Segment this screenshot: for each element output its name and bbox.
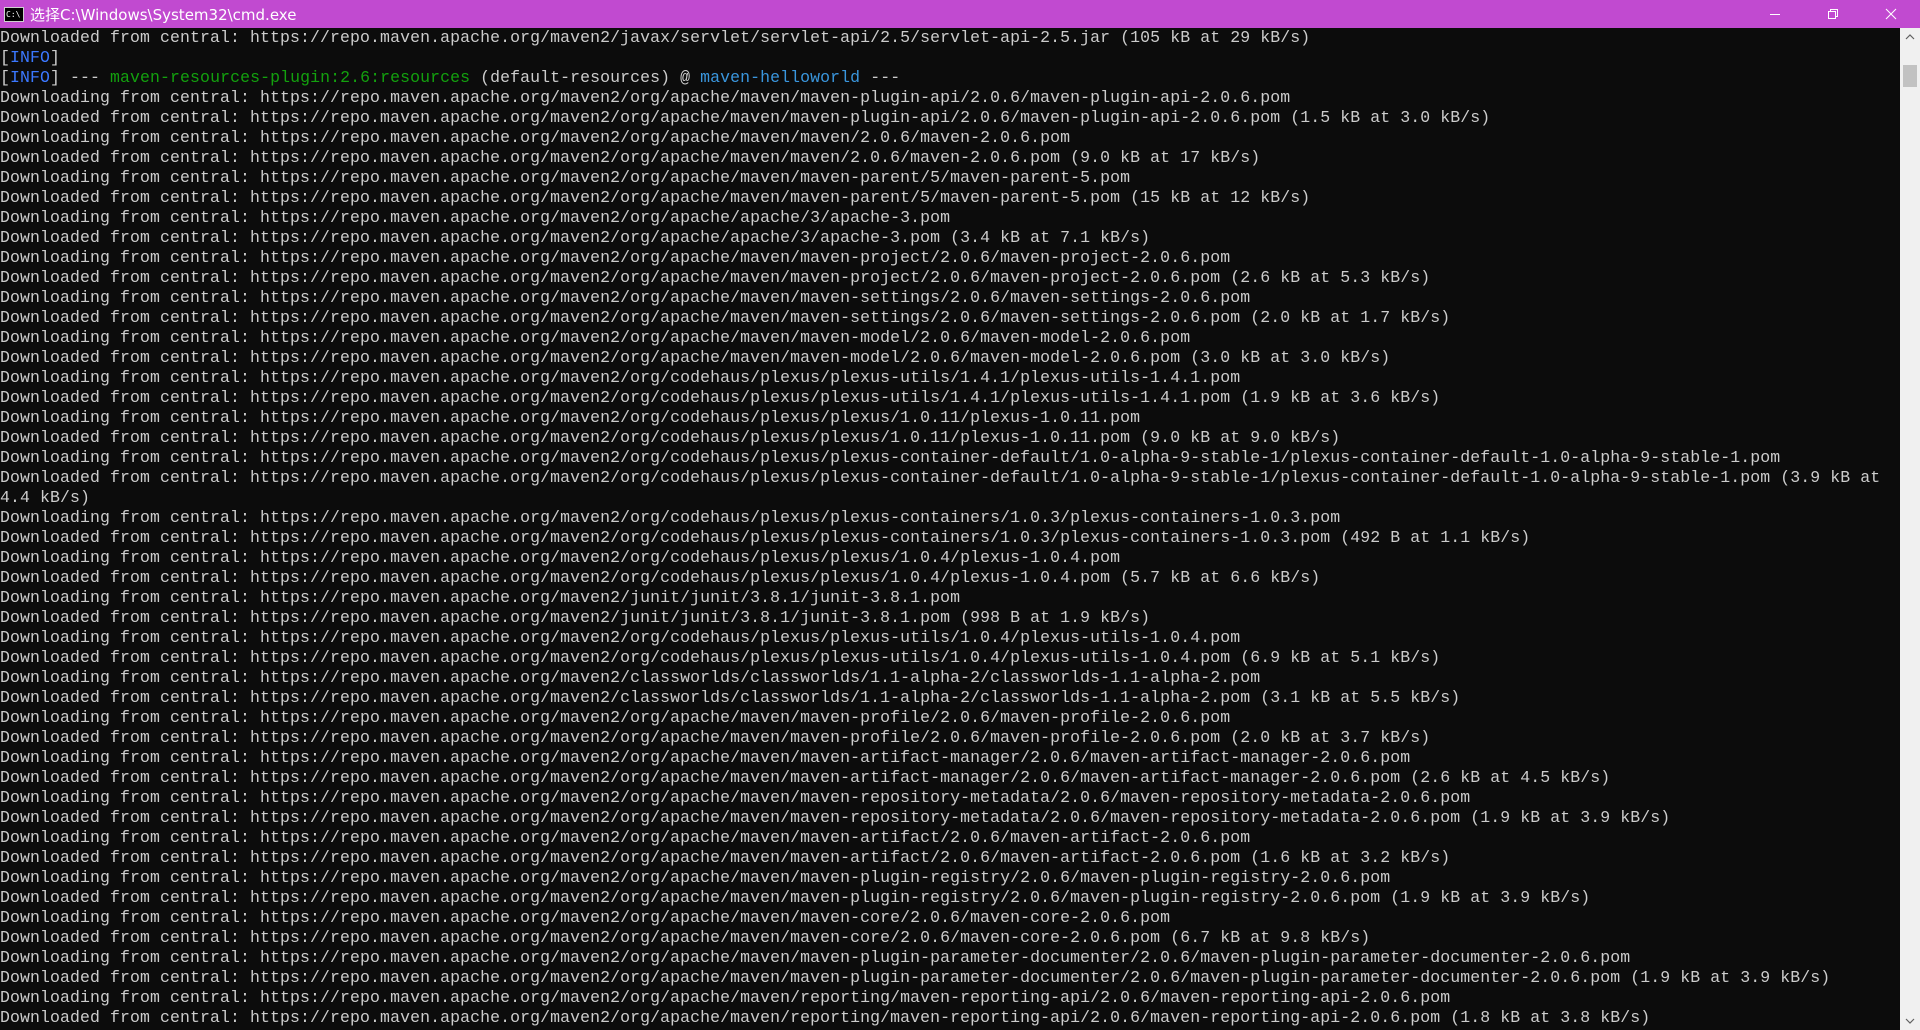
console-line: Downloading from central: https://repo.m…: [0, 88, 1291, 107]
console-line: Downloading from central: https://repo.m…: [0, 588, 961, 607]
console-line: Downloaded from central: https://repo.ma…: [0, 968, 1831, 987]
console-line-plugin: [INFO] --- maven-resources-plugin:2.6:re…: [0, 68, 901, 87]
console-line: Downloading from central: https://repo.m…: [0, 908, 1171, 927]
console-line: Downloaded from central: https://repo.ma…: [0, 568, 1321, 587]
console-line: Downloaded from central: https://repo.ma…: [0, 928, 1371, 947]
console-line: Downloaded from central: https://repo.ma…: [0, 848, 1451, 867]
close-icon: [1885, 8, 1897, 20]
console-line: Downloaded from central: https://repo.ma…: [0, 648, 1441, 667]
console-line: Downloaded from central: https://repo.ma…: [0, 428, 1341, 447]
console-line: Downloaded from central: https://repo.ma…: [0, 728, 1431, 747]
console-line: Downloaded from central: https://repo.ma…: [0, 268, 1431, 287]
console-line: Downloaded from central: https://repo.ma…: [0, 308, 1451, 327]
vertical-scrollbar[interactable]: [1900, 28, 1920, 1030]
console-line: Downloaded from central: https://repo.ma…: [0, 528, 1531, 547]
console-line: Downloading from central: https://repo.m…: [0, 748, 1411, 767]
console-line: Downloaded from central: https://repo.ma…: [0, 148, 1261, 167]
console-line: Downloading from central: https://repo.m…: [0, 548, 1121, 567]
project-name: maven-helloworld: [700, 68, 861, 87]
console-line: Downloading from central: https://repo.m…: [0, 208, 951, 227]
console-line: Downloaded from central: https://repo.ma…: [0, 688, 1461, 707]
console-line: Downloading from central: https://repo.m…: [0, 288, 1251, 307]
cmd-window: C:\ 选择C:\Windows\System32\cmd.exe Downlo…: [0, 0, 1920, 1030]
console-line: 4.4 kB/s): [0, 488, 91, 507]
scrollbar-thumb[interactable]: [1903, 65, 1917, 87]
minimize-button[interactable]: [1746, 0, 1804, 28]
console-line: Downloading from central: https://repo.m…: [0, 128, 1071, 147]
plugin-line-middle: (default-resources) @: [470, 68, 701, 87]
console-line: Downloading from central: https://repo.m…: [0, 708, 1231, 727]
restore-button[interactable]: [1804, 0, 1862, 28]
scroll-up-button[interactable]: [1900, 28, 1920, 46]
console-line: Downloaded from central: https://repo.ma…: [0, 348, 1391, 367]
console-line: Downloading from central: https://repo.m…: [0, 948, 1631, 967]
console-line: Downloaded from central: https://repo.ma…: [0, 108, 1491, 127]
scroll-down-button[interactable]: [1900, 1012, 1920, 1030]
chevron-down-icon: [1905, 1018, 1915, 1024]
console-line: Downloading from central: https://repo.m…: [0, 828, 1251, 847]
info-tag: INFO: [10, 68, 51, 87]
console-line: Downloading from central: https://repo.m…: [0, 508, 1341, 527]
console-line-info: [INFO]: [0, 48, 61, 67]
console-line: Downloaded from central: https://repo.ma…: [0, 608, 1151, 627]
window-title: 选择C:\Windows\System32\cmd.exe: [30, 5, 297, 24]
console-line: Downloaded from central: https://repo.ma…: [0, 1008, 1651, 1027]
plugin-line-suffix: ---: [860, 68, 901, 87]
title-bar[interactable]: C:\ 选择C:\Windows\System32\cmd.exe: [0, 0, 1920, 28]
console-line: Downloading from central: https://repo.m…: [0, 328, 1191, 347]
console-line: Downloaded from central: https://repo.ma…: [0, 28, 1311, 47]
log-lines: Downloading from central: https://repo.m…: [0, 88, 1898, 1028]
console-line: Downloading from central: https://repo.m…: [0, 668, 1261, 687]
console-line: Downloaded from central: https://repo.ma…: [0, 888, 1591, 907]
console-line: Downloading from central: https://repo.m…: [0, 788, 1471, 807]
window-controls: [1746, 0, 1920, 28]
console-line: Downloaded from central: https://repo.ma…: [0, 808, 1671, 827]
console-line: Downloading from central: https://repo.m…: [0, 168, 1131, 187]
console-line: Downloaded from central: https://repo.ma…: [0, 468, 1881, 487]
restore-icon: [1828, 9, 1838, 19]
console-line: Downloading from central: https://repo.m…: [0, 248, 1231, 267]
cmd-icon[interactable]: C:\: [4, 6, 24, 22]
chevron-up-icon: [1905, 34, 1915, 40]
console-line: Downloaded from central: https://repo.ma…: [0, 768, 1611, 787]
info-tag: INFO: [10, 48, 51, 67]
console-line: Downloading from central: https://repo.m…: [0, 868, 1391, 887]
console-line: Downloading from central: https://repo.m…: [0, 408, 1141, 427]
console-line: Downloading from central: https://repo.m…: [0, 988, 1451, 1007]
plugin-goal: maven-resources-plugin:2.6:resources: [110, 68, 471, 87]
close-button[interactable]: [1862, 0, 1920, 28]
console-line: Downloaded from central: https://repo.ma…: [0, 228, 1151, 247]
console-line: Downloaded from central: https://repo.ma…: [0, 188, 1311, 207]
plugin-line-prefix: ] ---: [50, 68, 111, 87]
console-line: Downloading from central: https://repo.m…: [0, 448, 1781, 467]
console-output[interactable]: Downloaded from central: https://repo.ma…: [0, 28, 1898, 1030]
minimize-icon: [1770, 14, 1780, 15]
console-line: Downloading from central: https://repo.m…: [0, 628, 1241, 647]
console-line: Downloading from central: https://repo.m…: [0, 368, 1241, 387]
console-line: Downloaded from central: https://repo.ma…: [0, 388, 1441, 407]
